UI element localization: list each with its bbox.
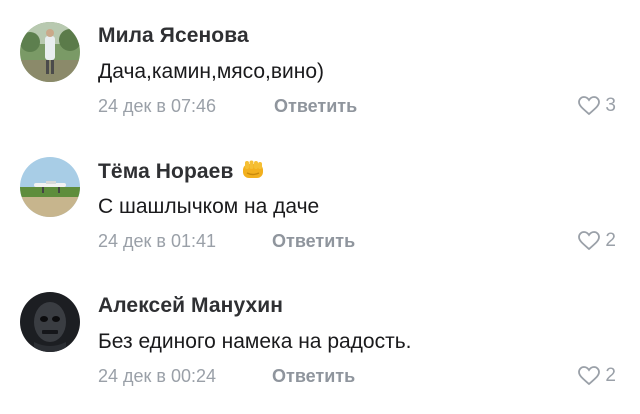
comment-item: Мила Ясенова Дача,камин,мясо,вино) 24 де…	[0, 10, 640, 140]
like-button[interactable]: 2	[578, 230, 616, 252]
like-button[interactable]: 2	[578, 365, 616, 387]
comment-text: Без единого намека на радость.	[98, 330, 412, 353]
comment-date: 24 дек в 00:24	[98, 366, 217, 386]
comment-text: С шашлычком на даче	[98, 195, 320, 218]
reply-button[interactable]: Ответить	[272, 231, 355, 252]
reply-button[interactable]: Ответить	[272, 366, 355, 387]
like-count: 3	[605, 95, 616, 116]
avatar[interactable]	[20, 292, 80, 352]
avatar[interactable]	[20, 22, 80, 82]
heart-icon	[578, 231, 601, 251]
heart-icon	[578, 96, 601, 116]
heart-icon	[578, 366, 601, 386]
author-name[interactable]: Тёма Нораев	[98, 159, 265, 187]
comment-text: Дача,камин,мясо,вино)	[98, 60, 325, 83]
comment-item: Тёма Нораев С шашлычком на даче 24 дек в…	[0, 145, 640, 275]
author-name[interactable]: Мила Ясенова	[98, 24, 249, 48]
like-count: 2	[605, 230, 616, 251]
comment-date: 24 дек в 01:41	[98, 231, 217, 251]
like-count: 2	[605, 365, 616, 386]
like-button[interactable]: 3	[578, 95, 616, 117]
fist-emoji-icon	[241, 159, 265, 187]
comment-item: Алексей Манухин Без единого намека на ра…	[0, 280, 640, 410]
avatar[interactable]	[20, 157, 80, 217]
author-name[interactable]: Алексей Манухин	[98, 294, 283, 318]
comment-date: 24 дек в 07:46	[98, 96, 217, 116]
reply-button[interactable]: Ответить	[274, 96, 357, 117]
